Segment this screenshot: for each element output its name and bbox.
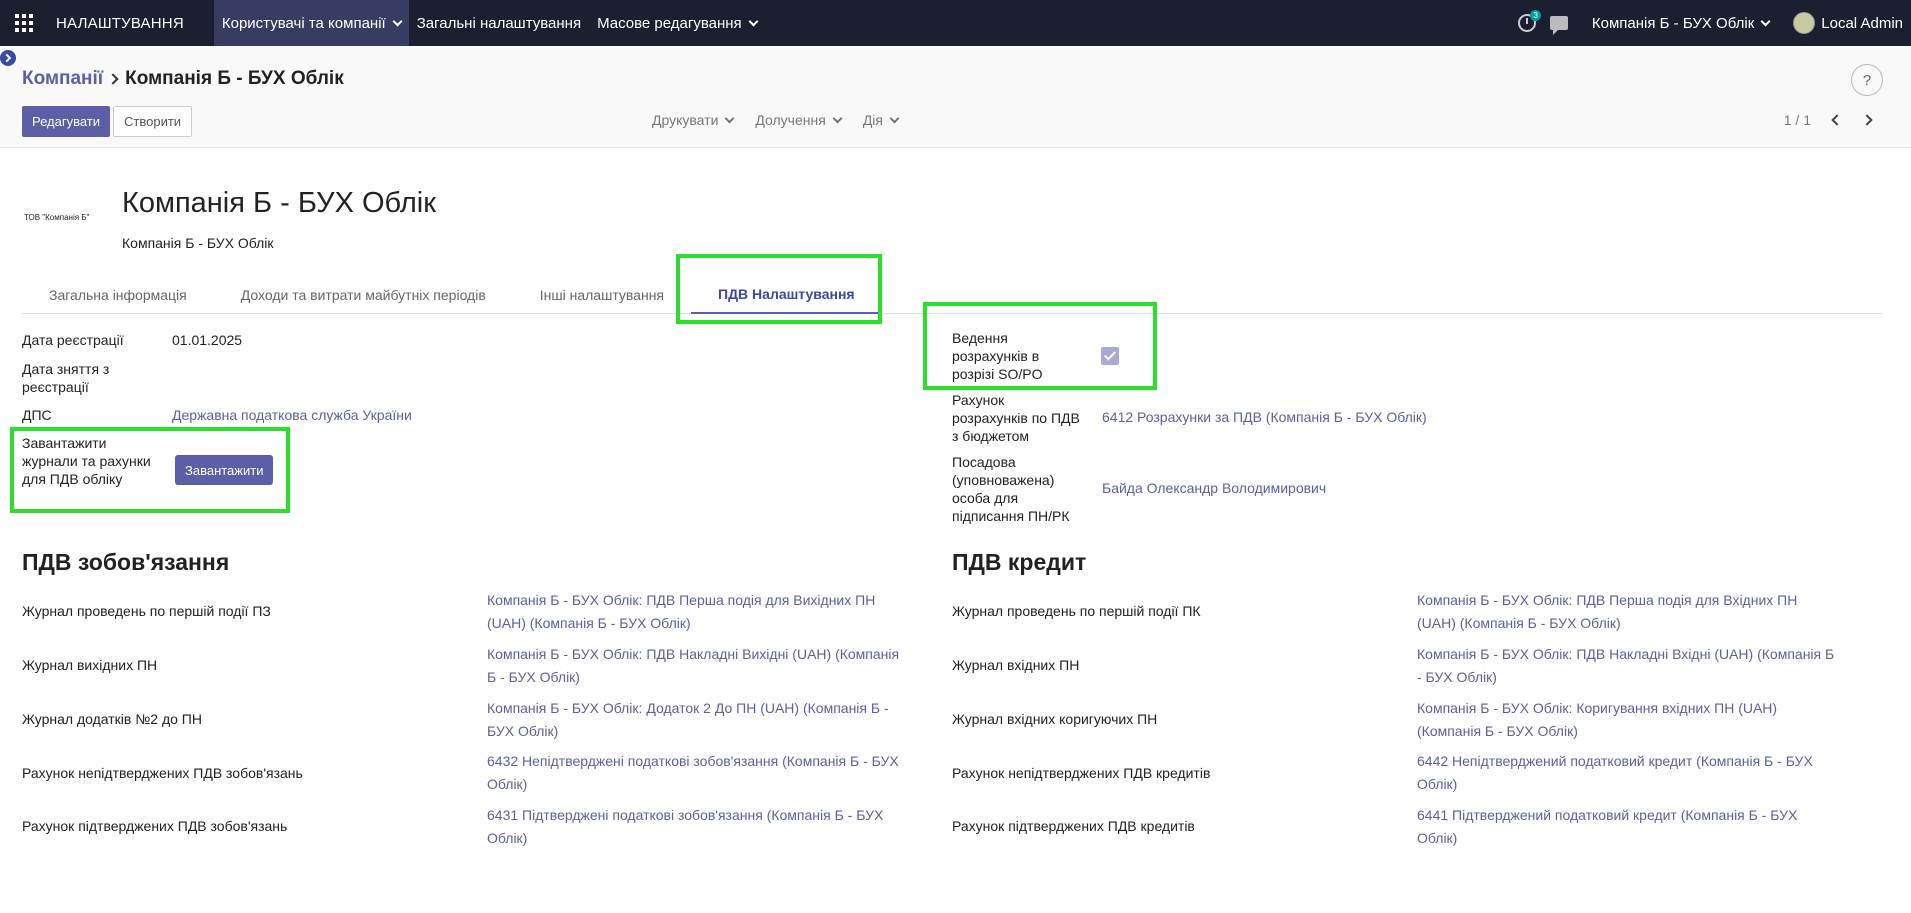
company-logo[interactable]: ТОВ "Компанія Б" (24, 213, 102, 239)
company-switcher-label: Компанія Б - БУХ Облік (1591, 14, 1755, 32)
credit-row-label: Журнал вхідних ПН (952, 657, 1080, 673)
liability-row-label: Журнал додатків №2 до ПН (22, 711, 202, 727)
dps-link[interactable]: Державна податкова служба України (172, 406, 412, 424)
credit-row-label: Рахунок непідтверджених ПДВ кредитів (952, 765, 1211, 781)
menu-general-settings-label: Загальні налаштування (416, 14, 582, 32)
liability-row-label: Журнал проведень по першій події ПЗ (22, 603, 271, 619)
breadcrumb-companies-link[interactable]: Компанії (22, 68, 103, 90)
user-name: Local Admin (1821, 14, 1903, 32)
budget-account-label: Рахунок розрахунків по ПДВ з бюджетом (952, 392, 1080, 444)
credit-row-link[interactable]: 6441 Підтверджений податковий кредит (Ко… (1417, 804, 1837, 850)
liability-row-link[interactable]: 6431 Підтверджені податкові зобов'язання… (487, 804, 907, 850)
menu-mass-edit[interactable]: Масове редагування (589, 0, 765, 46)
action-dropdowns: Друкувати Долучення Дія (652, 112, 900, 128)
navbar-right: 3 Компанія Б - БУХ Облік Local Admin (1517, 0, 1911, 46)
tab-other-settings[interactable]: Інші налаштування (513, 276, 691, 314)
user-menu[interactable]: Local Admin (1793, 12, 1903, 34)
help-button[interactable]: ? (1851, 64, 1883, 96)
breadcrumb: Компанії Компанія Б - БУХ Облік (22, 68, 344, 90)
liability-row-link[interactable]: 6432 Непідтверджені податкові зобов'язан… (487, 750, 907, 796)
load-button[interactable]: Завантажити (175, 455, 274, 485)
company-logo-text: ТОВ "Компанія Б" (24, 213, 90, 222)
budget-account-link[interactable]: 6412 Розрахунки за ПДВ (Компанія Б - БУХ… (1102, 408, 1427, 426)
chevron-left-icon[interactable] (1831, 114, 1843, 126)
dps-label: ДПС (22, 407, 52, 423)
attachments-dropdown-label: Долучення (755, 112, 826, 128)
credit-row-link[interactable]: Компанія Б - БУХ Облік: Коригування вхід… (1417, 697, 1837, 743)
credit-row-link[interactable]: Компанія Б - БУХ Облік: ПДВ Накладні Вхі… (1417, 643, 1837, 689)
credit-row-link[interactable]: Компанія Б - БУХ Облік: ПДВ Перша подія … (1417, 589, 1837, 635)
activity-clock-icon[interactable]: 3 (1517, 10, 1541, 32)
load-journals-label: Завантажити журнали та рахунки для ПДВ о… (22, 435, 151, 487)
menu-general-settings[interactable]: Загальні налаштування (409, 0, 589, 46)
chevron-down-icon (1760, 16, 1771, 26)
liability-row-label: Рахунок непідтверджених ПДВ зобов'язань (22, 765, 303, 781)
print-dropdown-label: Друкувати (652, 112, 719, 128)
dereg-date-label: Дата зняття з реєстрації (22, 361, 110, 395)
reg-date-label: Дата реєстрації (22, 332, 124, 348)
chevron-down-icon (748, 16, 759, 26)
apps-menu-icon[interactable] (0, 0, 48, 46)
chevron-down-icon (889, 113, 900, 123)
menu-users-companies-label: Користувачі та компанії (221, 14, 386, 32)
create-button[interactable]: Створити (113, 106, 193, 137)
print-dropdown[interactable]: Друкувати (652, 112, 735, 128)
signer-link[interactable]: Байда Олександр Володимирович (1102, 479, 1326, 497)
menu-mass-edit-label: Масове редагування (597, 14, 742, 32)
top-navbar: НАЛАШТУВАННЯ Користувачі та компанії Заг… (0, 0, 1911, 46)
activity-badge: 3 (1530, 10, 1541, 21)
breadcrumb-separator-icon (107, 73, 119, 85)
company-name-title: Компанія Б - БУХ Облік (122, 187, 436, 219)
chevron-down-icon (832, 113, 843, 123)
action-dropdown[interactable]: Дія (862, 112, 900, 128)
menu-users-companies[interactable]: Користувачі та компанії (213, 0, 409, 46)
chevron-right-icon[interactable] (0, 50, 16, 66)
credit-row-label: Журнал вхідних коригуючих ПН (952, 711, 1158, 727)
chevron-down-icon (392, 16, 403, 26)
so-po-label: Ведення розрахунків в розрізі SO/PO (952, 330, 1043, 382)
control-panel: Компанії Компанія Б - БУХ Облік ? Редагу… (0, 46, 1911, 148)
liability-row-link[interactable]: Компанія Б - БУХ Облік: Додаток 2 До ПН … (487, 697, 907, 743)
liability-row-label: Рахунок підтверджених ПДВ зобов'язань (22, 818, 288, 834)
breadcrumb-current: Компанія Б - БУХ Облік (125, 68, 344, 89)
credit-row-label: Рахунок підтверджених ПДВ кредитів (952, 818, 1195, 834)
highlight-box-tab (676, 254, 882, 324)
credit-row-link[interactable]: 6442 Непідтверджений податковий кредит (… (1417, 750, 1837, 796)
messages-icon[interactable] (1549, 16, 1568, 35)
reg-date-value: 01.01.2025 (172, 332, 243, 348)
liability-row-label: Журнал вихідних ПН (22, 657, 158, 673)
vat-liability-title: ПДВ зобов'язання (22, 549, 230, 575)
main-menu: Користувачі та компанії Загальні налашту… (213, 0, 765, 46)
liability-row-link[interactable]: Компанія Б - БУХ Облік: ПДВ Перша подія … (487, 589, 907, 635)
app-brand[interactable]: НАЛАШТУВАННЯ (56, 15, 184, 32)
chevron-right-icon[interactable] (1861, 114, 1873, 126)
pager: 1 / 1 (1784, 112, 1873, 128)
attachments-dropdown[interactable]: Долучення (755, 112, 843, 128)
liability-row-link[interactable]: Компанія Б - БУХ Облік: ПДВ Накладні Вих… (487, 643, 907, 689)
signer-label: Посадова (уповноважена) особа для підпис… (952, 454, 1070, 524)
company-switcher[interactable]: Компанія Б - БУХ Облік (1591, 14, 1771, 32)
so-po-checkbox[interactable] (1101, 347, 1119, 365)
action-dropdown-label: Дія (862, 112, 883, 128)
avatar (1793, 12, 1816, 34)
chevron-down-icon (724, 113, 735, 123)
pager-value[interactable]: 1 / 1 (1784, 112, 1811, 128)
company-subtitle: Компанія Б - БУХ Облік (122, 235, 274, 251)
vat-credit-title: ПДВ кредит (952, 549, 1087, 575)
edit-button[interactable]: Редагувати (22, 106, 111, 137)
tab-deferred-income[interactable]: Доходи та витрати майбутніх періодів (214, 276, 513, 314)
credit-row-label: Журнал проведень по першій події ПК (952, 603, 1201, 619)
tab-general-info[interactable]: Загальна інформація (22, 276, 214, 314)
